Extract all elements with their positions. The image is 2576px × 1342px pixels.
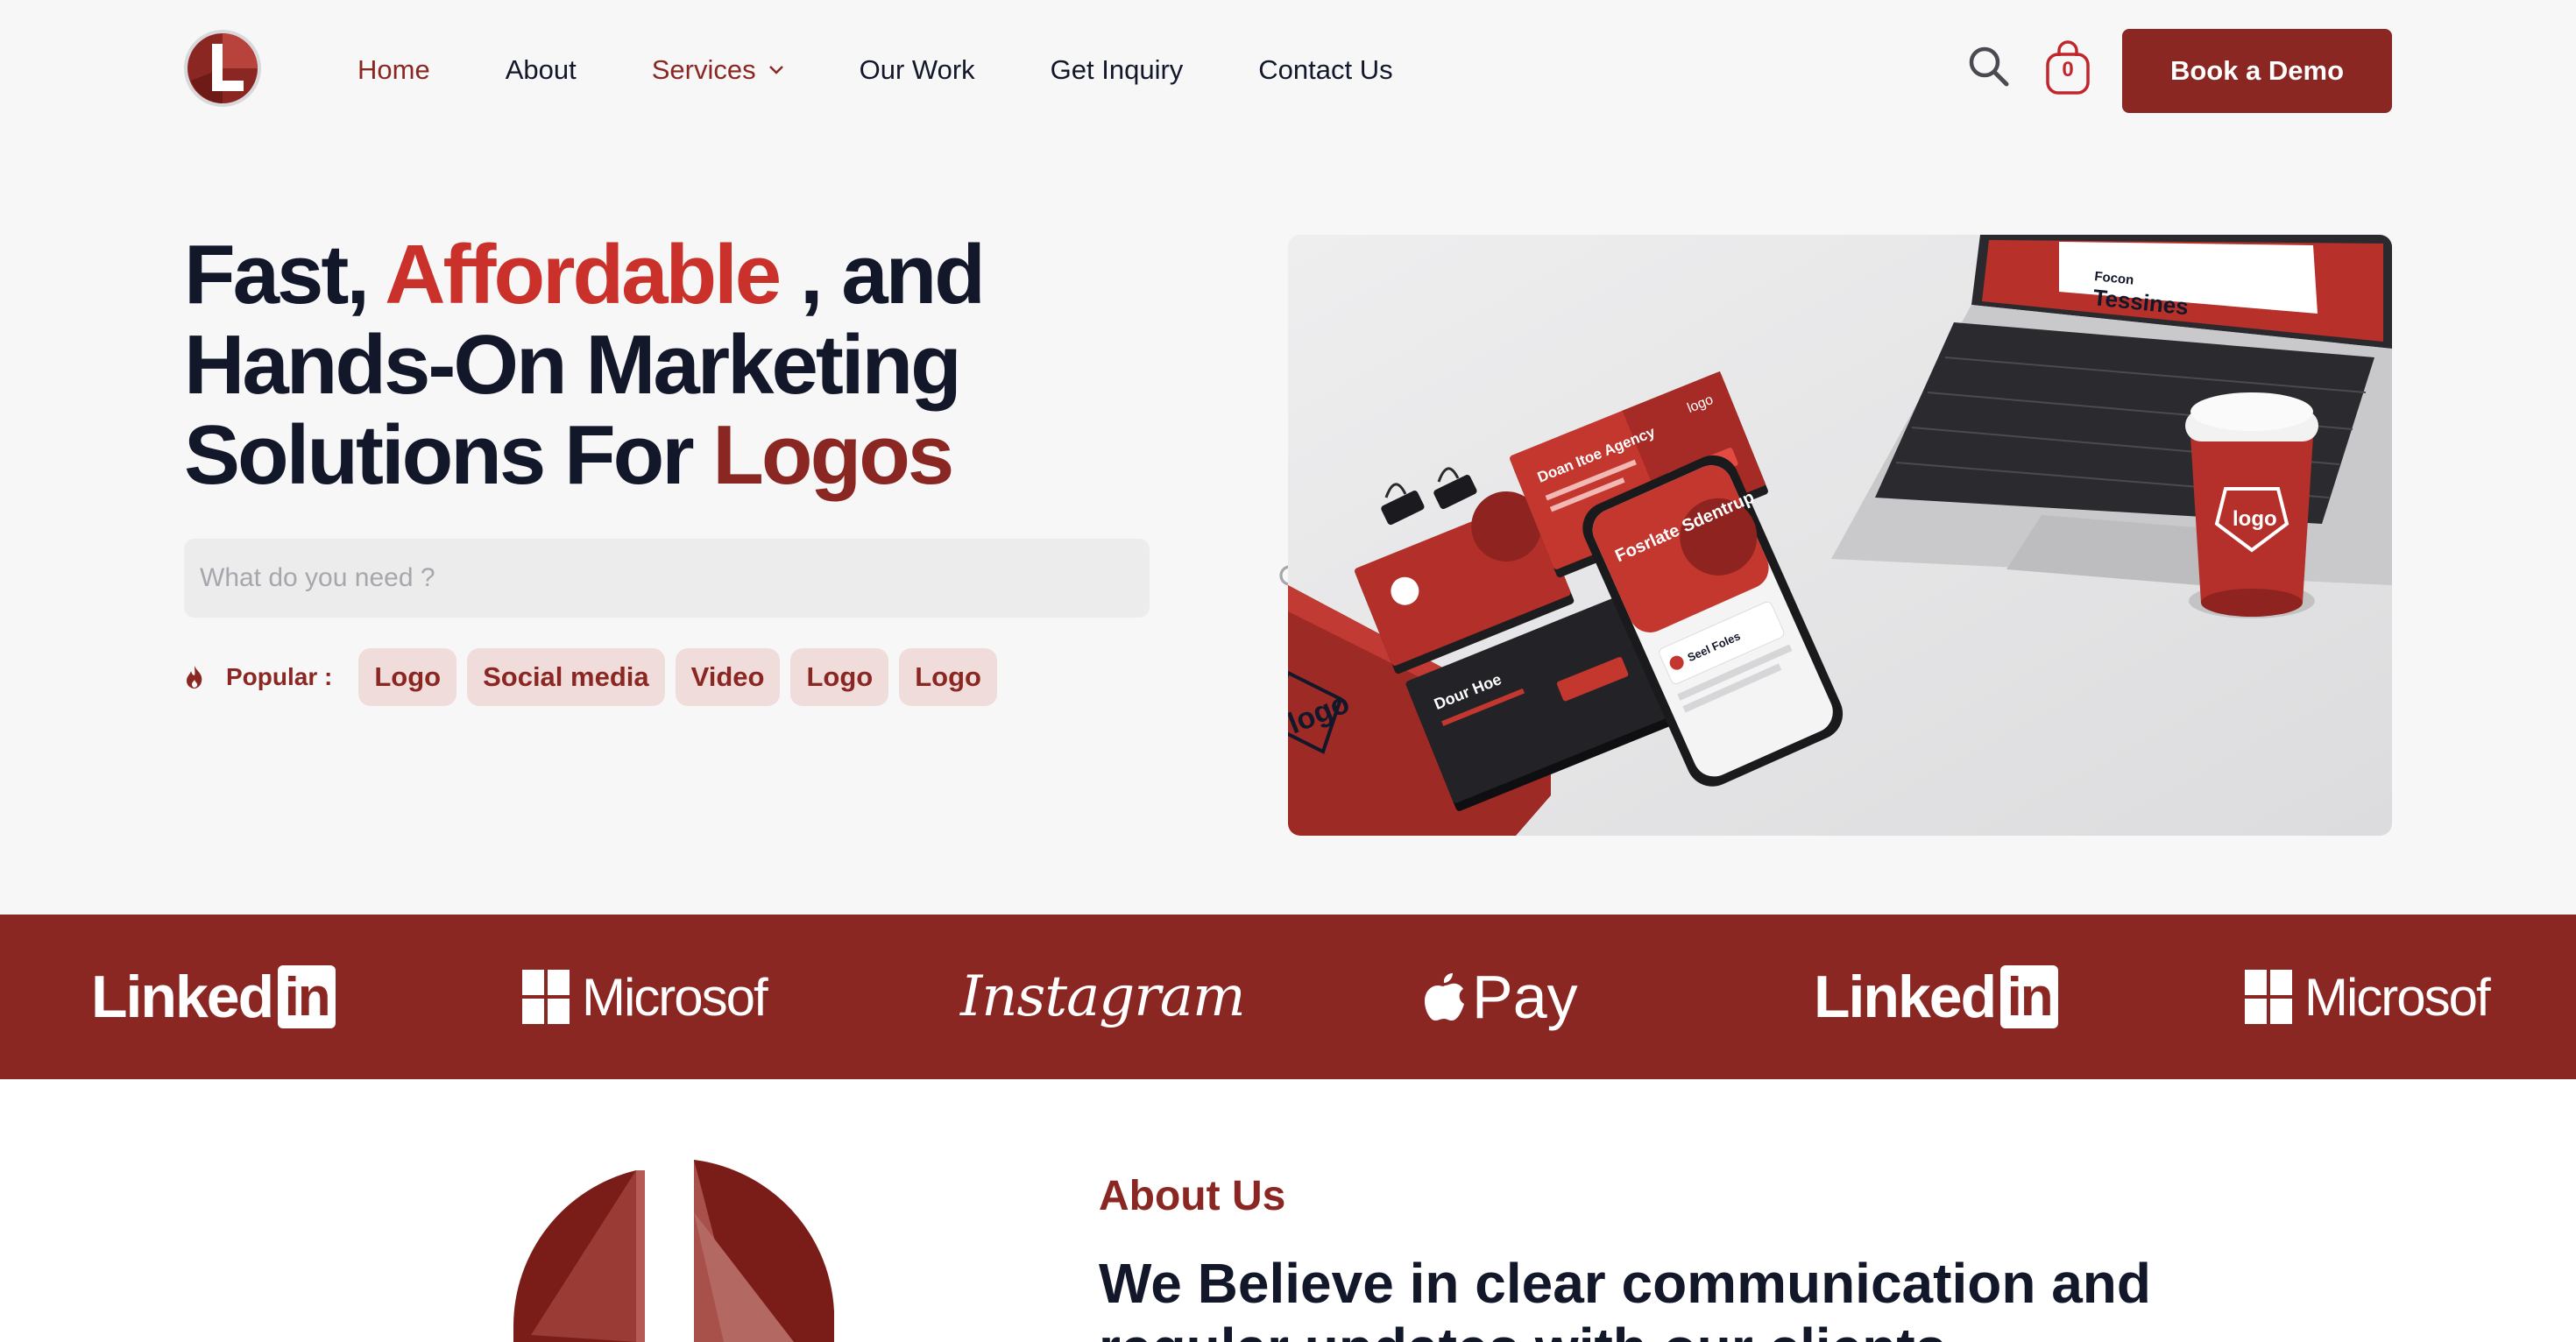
popular-tag[interactable]: Video: [675, 648, 781, 706]
about-section: About Us We Believe in clear communicati…: [0, 1079, 2576, 1342]
brand-apple-pay: Pay: [1423, 915, 1578, 1079]
fire-icon: [187, 666, 202, 689]
nav-get-inquiry[interactable]: Get Inquiry: [1051, 54, 1184, 86]
microsoft-wordmark: Microsof: [2304, 967, 2491, 1027]
site-header: Home About Services Our Work Get Inquiry…: [0, 0, 2576, 140]
hero-brand-mockup-image: logo Doan Itoe Agency logo Dour Hoe Fosr…: [1288, 235, 2392, 836]
linkedin-in-box: in: [278, 965, 336, 1028]
about-logo-graphic: [513, 1160, 834, 1342]
about-heading: We Believe in clear communication and re…: [1099, 1252, 2151, 1342]
nav-about[interactable]: About: [506, 54, 577, 86]
microsoft-icon: [2245, 970, 2292, 1024]
partner-brands-strip: Linked in Microsof Instagram Pay Linked in…: [0, 915, 2576, 1079]
brand-linkedin: Linked in: [91, 915, 336, 1079]
cart-button[interactable]: 0: [2043, 39, 2092, 96]
hero-title: Fast, Affordable , and Hands-On Marketin…: [184, 230, 1235, 500]
hero-search-input[interactable]: [200, 539, 1076, 618]
nav-our-work[interactable]: Our Work: [860, 54, 975, 86]
nav-home-label: Home: [357, 54, 430, 85]
hero-search: [184, 539, 1306, 618]
brand-microsoft: Microsof: [2245, 915, 2491, 1079]
nav-services[interactable]: Services: [652, 54, 784, 86]
microsoft-icon: [522, 970, 570, 1024]
coffee-cup-mockup: logo: [2185, 392, 2318, 618]
apple-pay-wordmark: Pay: [1472, 963, 1578, 1031]
brand-instagram: Instagram: [960, 915, 1246, 1079]
nav-about-label: About: [505, 54, 577, 85]
chevron-down-icon: [768, 66, 783, 74]
nav-services-label: Services: [651, 54, 756, 85]
instagram-wordmark: Instagram: [960, 964, 1246, 1029]
main-nav: Home About Services Our Work Get Inquiry…: [357, 51, 1468, 89]
popular-tag[interactable]: Social media: [467, 648, 665, 706]
hero-title-part-1: Fast,: [184, 228, 386, 321]
nav-get-inquiry-label: Get Inquiry: [1050, 54, 1184, 85]
nav-contact-us-label: Contact Us: [1258, 54, 1393, 85]
about-kicker: About Us: [1099, 1173, 1286, 1219]
popular-tag[interactable]: Logo: [790, 648, 889, 706]
logo-icon[interactable]: [182, 28, 263, 109]
linkedin-wordmark: Linked: [91, 964, 274, 1030]
mockup-illustration: logo Doan Itoe Agency logo Dour Hoe Fosr…: [1288, 235, 2392, 836]
hero-title-logos: Logos: [712, 408, 954, 502]
nav-home[interactable]: Home: [357, 54, 430, 86]
nav-contact-us[interactable]: Contact Us: [1258, 54, 1392, 86]
popular-tag[interactable]: Logo: [899, 648, 997, 706]
popular-tags: Popular : Logo Social media Video Logo L…: [184, 648, 1008, 706]
microsoft-wordmark: Microsof: [582, 967, 768, 1027]
popular-label: Popular :: [226, 663, 333, 690]
cup-logo-text: logo: [2233, 507, 2277, 531]
search-icon[interactable]: [1966, 44, 2012, 89]
hero-title-highlight: Affordable: [385, 228, 782, 321]
linkedin-wordmark: Linked: [1814, 964, 1997, 1030]
brand-linkedin: Linked in: [1814, 915, 2059, 1079]
popular-tag[interactable]: Logo: [358, 648, 457, 706]
brand-microsoft: Microsof: [522, 915, 768, 1079]
apple-icon: [1425, 973, 1464, 1021]
book-demo-button[interactable]: Book a Demo: [2122, 29, 2392, 113]
linkedin-in-box: in: [2000, 965, 2059, 1028]
nav-our-work-label: Our Work: [859, 54, 975, 85]
cart-count-badge: 0: [2062, 58, 2074, 81]
